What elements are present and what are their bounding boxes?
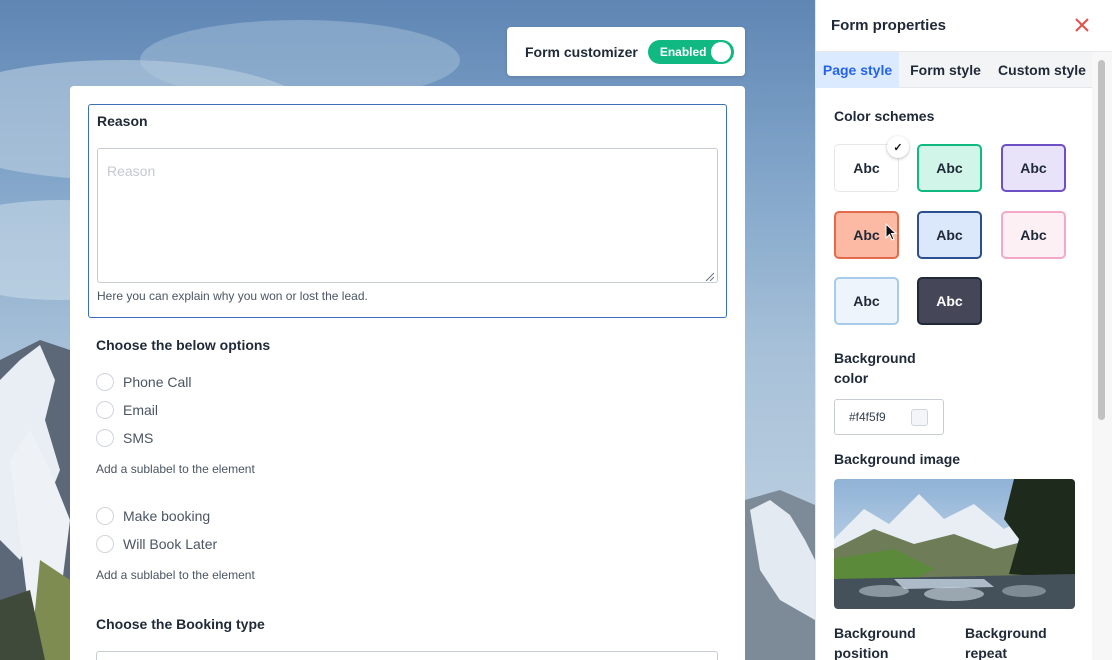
checkmark-icon: ✓ [887,136,909,158]
background-color-title: Background color [834,348,916,388]
swatch-label: Abc [853,293,880,309]
booking-type-select[interactable] [96,651,718,660]
form-customizer-label: Form customizer [525,43,638,60]
options-sublabel-2: Add a sublabel to the element [96,568,255,582]
background-repeat-title-line1: Background [965,625,1047,641]
panel-header: Form properties [816,0,1112,52]
panel-title: Form properties [831,17,947,34]
radio-circle[interactable] [96,507,114,525]
booking-type-title: Choose the Booking type [96,616,265,632]
radio-option-make-booking[interactable]: Make booking [96,507,210,525]
tab-page-style[interactable]: Page style [816,52,899,88]
color-scheme-swatch[interactable]: Abc ✓ [834,136,909,192]
form-card: Reason Here you can explain why you won … [70,86,745,660]
options-sublabel: Add a sublabel to the element [96,462,255,476]
radio-circle[interactable] [96,429,114,447]
background-color-title-line1: Background [834,350,916,366]
color-scheme-swatch[interactable]: Abc [917,211,982,259]
swatch-label: Abc [936,293,963,309]
background-repeat-title: Background repeat [965,623,1047,660]
close-icon[interactable] [1074,17,1090,33]
background-color-input[interactable]: #f4f5f9 [834,399,944,435]
swatch-label: Abc [936,227,963,243]
mouse-cursor-icon [885,223,898,241]
radio-option-phone-call[interactable]: Phone Call [96,373,192,391]
tab-custom-style[interactable]: Custom style [992,52,1092,88]
radio-circle[interactable] [96,401,114,419]
background-repeat-title-line2: repeat [965,645,1008,660]
panel-tabs: Page style Form style Custom style [816,52,1092,88]
radio-circle[interactable] [96,373,114,391]
color-scheme-swatch[interactable]: Abc [917,277,982,325]
background-image-title: Background image [834,451,961,467]
radio-option-email[interactable]: Email [96,401,158,419]
panel-scrollbar[interactable] [1092,52,1112,660]
resize-grip-icon[interactable] [705,272,714,281]
form-properties-panel: Form properties Page style Form style Cu… [815,0,1112,660]
radio-option-label: Make booking [123,508,211,524]
toggle-status-text: Enabled [659,44,707,59]
background-color-title-line2: color [834,370,869,386]
form-customizer-bar: Form customizer Enabled [507,27,745,76]
radio-option-will-book-later[interactable]: Will Book Later [96,535,217,553]
scrollbar-thumb[interactable] [1098,60,1105,420]
background-color-value: #f4f5f9 [849,410,886,424]
radio-option-sms[interactable]: SMS [96,429,153,447]
reason-field-container[interactable]: Reason Here you can explain why you won … [88,104,727,318]
radio-circle[interactable] [96,535,114,553]
background-position-title-line1: Background [834,625,916,641]
background-position-title: Background position [834,623,916,660]
background-image-thumbnail[interactable] [834,479,1075,609]
swatch-label: Abc [853,227,880,243]
background-color-chip[interactable] [911,409,928,426]
swatch-label: Abc [1020,160,1047,176]
color-scheme-swatch[interactable]: Abc [1001,211,1066,259]
radio-option-label: Phone Call [123,374,192,390]
color-scheme-swatch[interactable]: Abc [917,144,982,192]
reason-helper-text: Here you can explain why you won or lost… [97,289,368,303]
radio-option-label: Email [123,402,159,418]
toggle-knob [710,41,731,62]
background-position-title-line2: position [834,645,889,660]
radio-option-label: Will Book Later [123,536,218,552]
color-scheme-swatch[interactable]: Abc [1001,144,1066,192]
reason-textarea[interactable] [97,148,718,283]
swatch-label: Abc [936,160,963,176]
form-customizer-toggle[interactable]: Enabled [647,39,734,64]
radio-option-label: SMS [123,430,154,446]
tab-form-style[interactable]: Form style [899,52,992,88]
swatch-label: Abc [853,160,880,176]
color-scheme-swatch[interactable]: Abc [834,277,899,325]
reason-field-title: Reason [97,113,148,129]
options-group-title: Choose the below options [96,337,271,353]
swatch-label: Abc [1020,227,1047,243]
color-schemes-title: Color schemes [834,108,935,124]
